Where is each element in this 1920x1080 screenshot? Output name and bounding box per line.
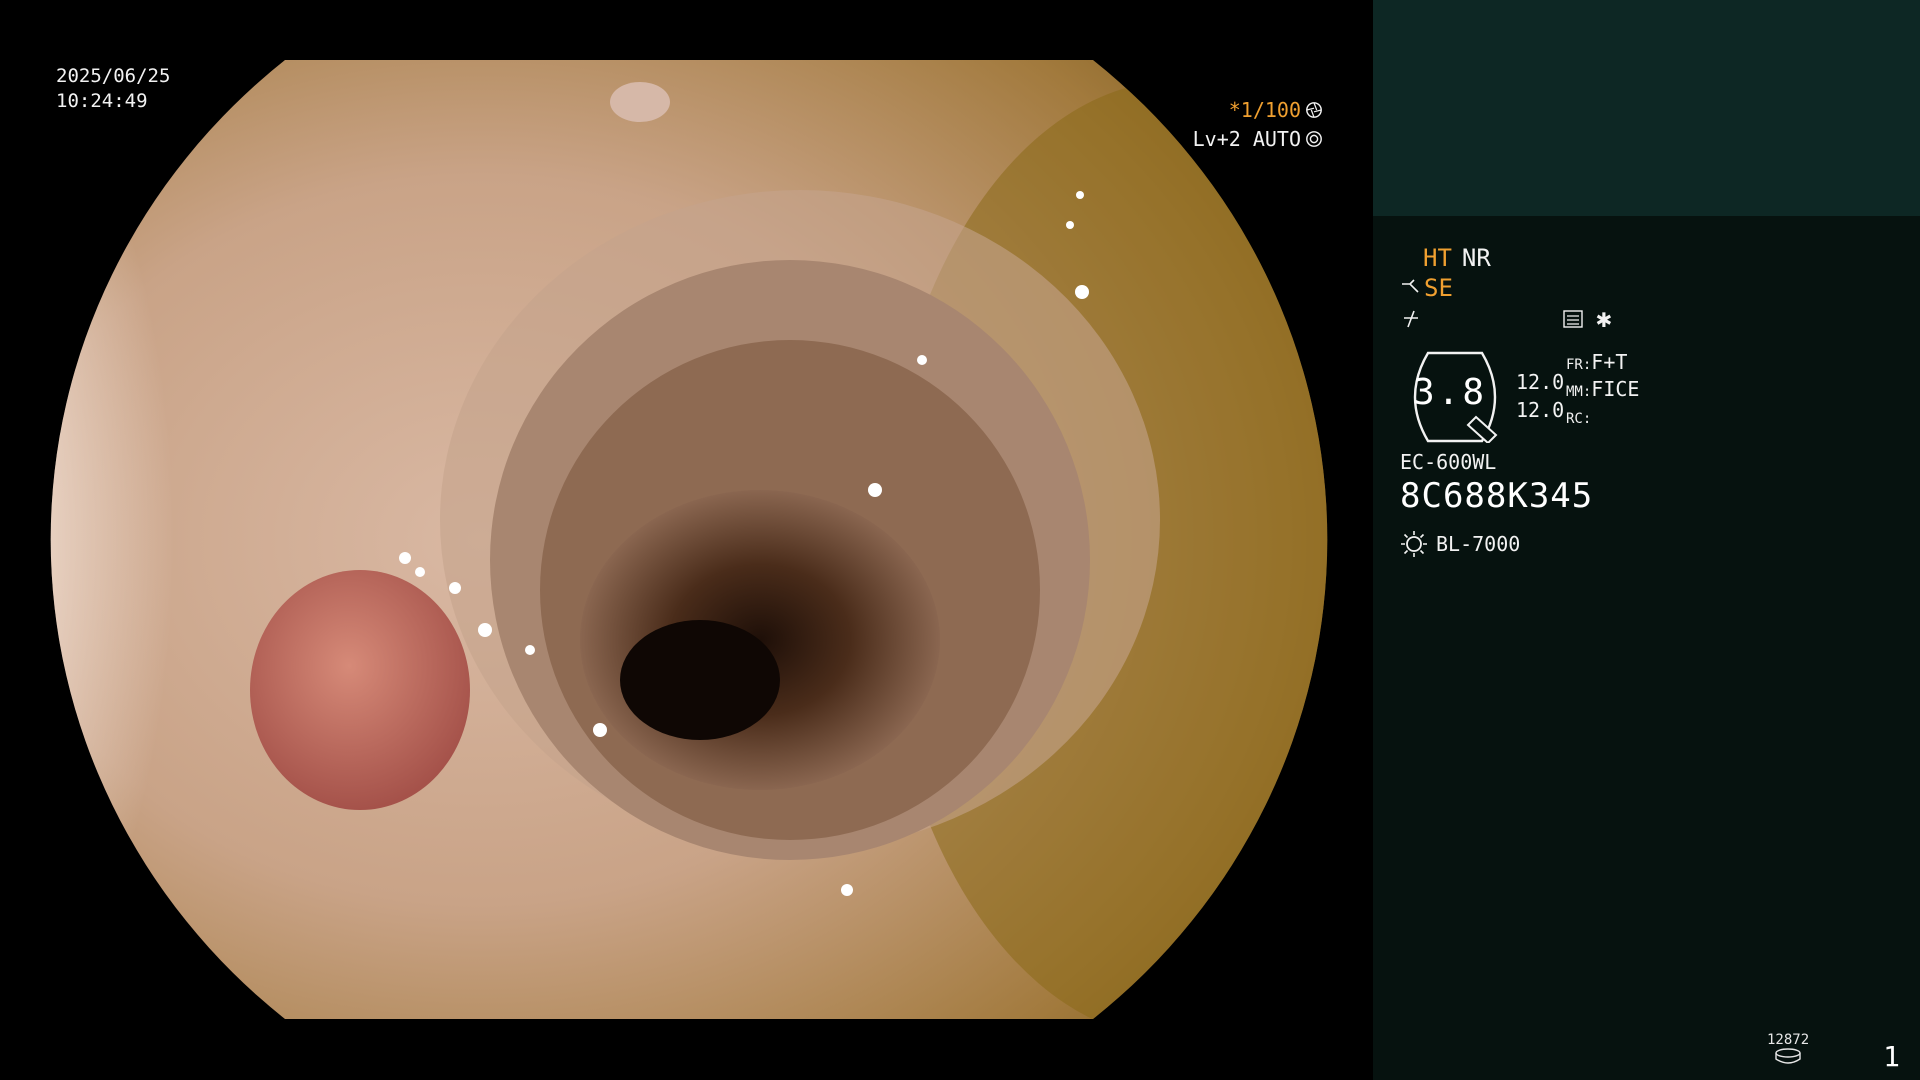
icon-row: ✱ xyxy=(1400,304,1612,334)
mm-label: MM: xyxy=(1566,384,1592,400)
settings-card-icon xyxy=(1563,310,1583,328)
scope-model: EC-600WL xyxy=(1400,450,1497,474)
zoom-value: 3.8 xyxy=(1412,372,1488,413)
shutter-text: *1/100 xyxy=(1228,98,1301,122)
nr-label: NR xyxy=(1461,244,1491,272)
scope-angle-icon xyxy=(1402,279,1419,293)
iris-icon xyxy=(1306,131,1322,147)
ht-nr-row: HT NR xyxy=(1423,244,1491,272)
disk-icon xyxy=(1775,1048,1801,1064)
timestamp: 2025/06/25 10:24:49 xyxy=(56,64,170,114)
aperture-icon xyxy=(1306,102,1322,118)
light-bulb-icon xyxy=(1401,531,1427,557)
se-label: SE xyxy=(1424,274,1453,302)
page-number: 1 xyxy=(1883,1040,1900,1073)
mode-labels: FR:F+T MM:FICE RC: xyxy=(1566,350,1639,431)
light-source-label: BL-7000 xyxy=(1436,532,1521,556)
date-text: 2025/06/25 xyxy=(56,65,171,87)
se-row: SE xyxy=(1400,274,1453,302)
shutter-indicator: *1/100 xyxy=(1229,98,1323,122)
rc-label: RC: xyxy=(1566,411,1592,427)
numeric-values: 12.0 12.0 xyxy=(1516,368,1564,424)
endoscope-viewport: 2025/06/25 10:24:49 *1/100 Lv+2 AUTO xyxy=(0,0,1373,1080)
level-indicator: Lv+2 AUTO xyxy=(1193,127,1323,151)
image-counter: 12872 xyxy=(1767,1032,1809,1068)
fr-value: F+T xyxy=(1591,350,1628,374)
endoscopic-image xyxy=(50,60,1328,1019)
scope-serial: 8C688K345 xyxy=(1400,476,1594,516)
counter-value: 12872 xyxy=(1767,1032,1810,1048)
light-source: BL-7000 xyxy=(1400,530,1520,558)
time-text: 10:24:49 xyxy=(56,90,148,112)
flash-off-icon xyxy=(1404,310,1418,328)
ht-label: HT xyxy=(1423,244,1452,272)
value-1: 12.0 xyxy=(1516,370,1565,394)
fr-label: FR: xyxy=(1566,357,1592,373)
info-panel: HT NR SE ✱ 3.8 12.0 12.0 FR:F+T MM:FICE … xyxy=(1373,0,1920,1080)
value-2: 12.0 xyxy=(1516,398,1565,422)
mm-value: FICE xyxy=(1591,377,1640,401)
level-text: Lv+2 AUTO xyxy=(1192,127,1301,151)
asterisk-icon: ✱ xyxy=(1596,304,1612,334)
panel-header-area xyxy=(1373,0,1920,216)
